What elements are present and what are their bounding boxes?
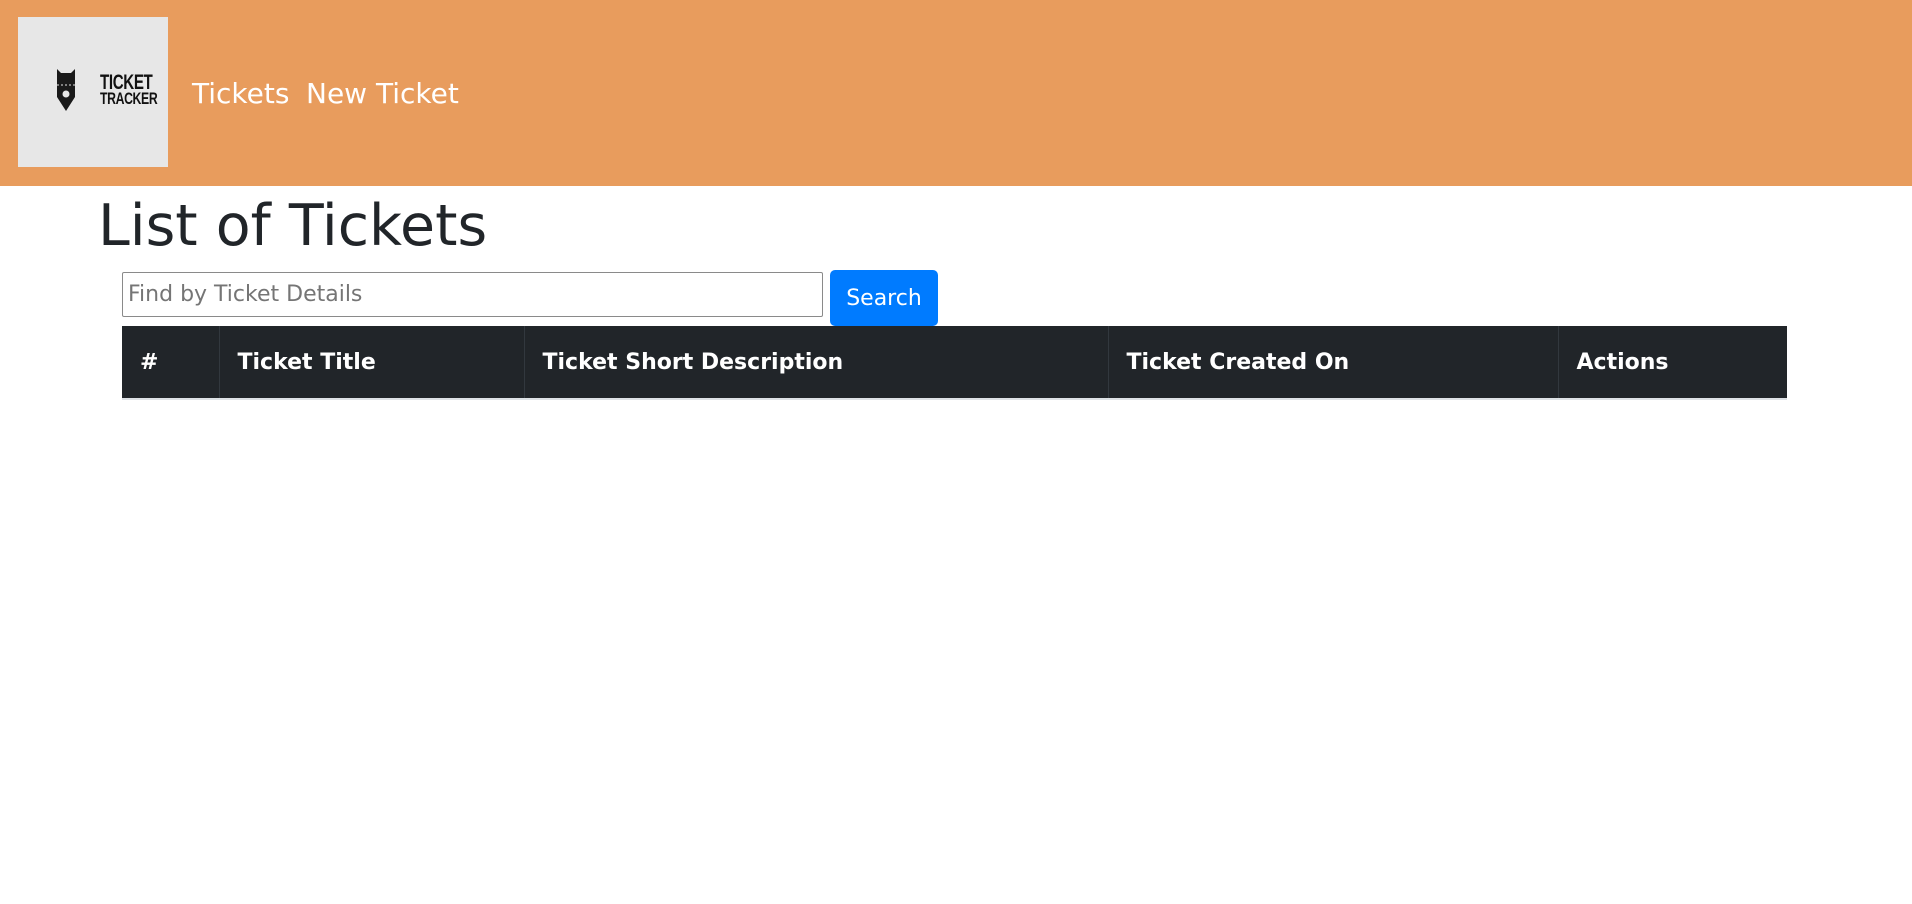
search-button[interactable]: Search bbox=[830, 270, 938, 326]
header-row: # Ticket Title Ticket Short Description … bbox=[122, 326, 1787, 400]
tickets-table-header: # Ticket Title Ticket Short Description … bbox=[122, 326, 1787, 400]
column-header-number: # bbox=[122, 326, 220, 400]
tickets-table: # Ticket Title Ticket Short Description … bbox=[122, 326, 1787, 400]
logo-text: TICKET TRACKER bbox=[100, 72, 158, 108]
navbar: TICKET TRACKER Tickets New Ticket bbox=[0, 0, 1912, 186]
column-header-actions: Actions bbox=[1558, 326, 1787, 400]
logo-text-line2: TRACKER bbox=[100, 89, 158, 108]
ticket-tracker-logo-icon bbox=[57, 69, 75, 111]
search-input[interactable] bbox=[122, 272, 823, 317]
column-header-created-on: Ticket Created On bbox=[1108, 326, 1559, 400]
column-header-description: Ticket Short Description bbox=[524, 326, 1109, 400]
page-title: List of Tickets bbox=[98, 193, 488, 259]
nav-link-new-ticket[interactable]: New Ticket bbox=[306, 76, 459, 112]
logo[interactable]: TICKET TRACKER bbox=[18, 17, 168, 167]
column-header-title: Ticket Title bbox=[219, 326, 525, 400]
nav-link-tickets[interactable]: Tickets bbox=[192, 76, 289, 112]
